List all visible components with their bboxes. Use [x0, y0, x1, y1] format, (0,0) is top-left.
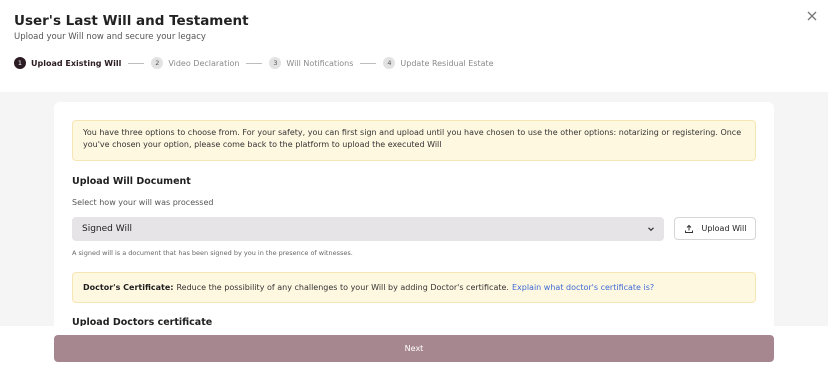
step-label: Upload Existing Will [31, 58, 122, 68]
select-help-text: A signed will is a document that has bee… [72, 249, 353, 257]
upload-button-label: Upload Will [701, 224, 747, 233]
upload-icon [684, 224, 693, 233]
step-label: Will Notifications [286, 58, 354, 68]
certificate-explain-link[interactable]: Explain what doctor's certificate is? [512, 283, 654, 292]
modal-footer: Next [0, 326, 828, 371]
upload-will-button[interactable]: Upload Will [674, 217, 756, 240]
form-card: You have three options to choose from. F… [54, 102, 774, 342]
step-number: 1 [14, 57, 26, 69]
will-type-select[interactable]: Signed Will [72, 217, 664, 241]
step-will-notifications[interactable]: 3 Will Notifications [269, 57, 353, 69]
certificate-text: Reduce the possibility of any challenges… [176, 283, 509, 292]
close-icon[interactable] [804, 8, 820, 24]
step-video-declaration[interactable]: 2 Video Declaration [151, 57, 239, 69]
next-button[interactable]: Next [54, 335, 774, 362]
step-number: 3 [269, 57, 282, 69]
upload-section-title: Upload Will Document [72, 176, 191, 187]
doctors-certificate-notice: Doctor's Certificate: Reduce the possibi… [72, 272, 756, 303]
certificate-heading: Doctor's Certificate: [83, 283, 174, 292]
page-title: User's Last Will and Testament [14, 13, 249, 29]
select-label: Select how your will was processed [72, 198, 214, 207]
step-label: Update Residual Estate [400, 58, 494, 68]
info-notice: You have three options to choose from. F… [72, 120, 756, 161]
step-label: Video Declaration [168, 58, 240, 68]
page-subtitle: Upload your Will now and secure your leg… [14, 32, 206, 42]
stepper: 1 Upload Existing Will 2 Video Declarati… [14, 57, 494, 69]
step-number: 4 [383, 57, 396, 69]
step-update-residual-estate[interactable]: 4 Update Residual Estate [383, 57, 494, 69]
step-connector [128, 62, 145, 64]
modal-header: User's Last Will and Testament Upload yo… [0, 0, 828, 92]
step-upload-existing-will[interactable]: 1 Upload Existing Will [14, 57, 121, 69]
step-connector [246, 62, 263, 64]
chevron-down-icon [648, 227, 654, 232]
step-connector [360, 62, 377, 64]
select-value: Signed Will [82, 224, 132, 234]
step-number: 2 [151, 57, 164, 69]
